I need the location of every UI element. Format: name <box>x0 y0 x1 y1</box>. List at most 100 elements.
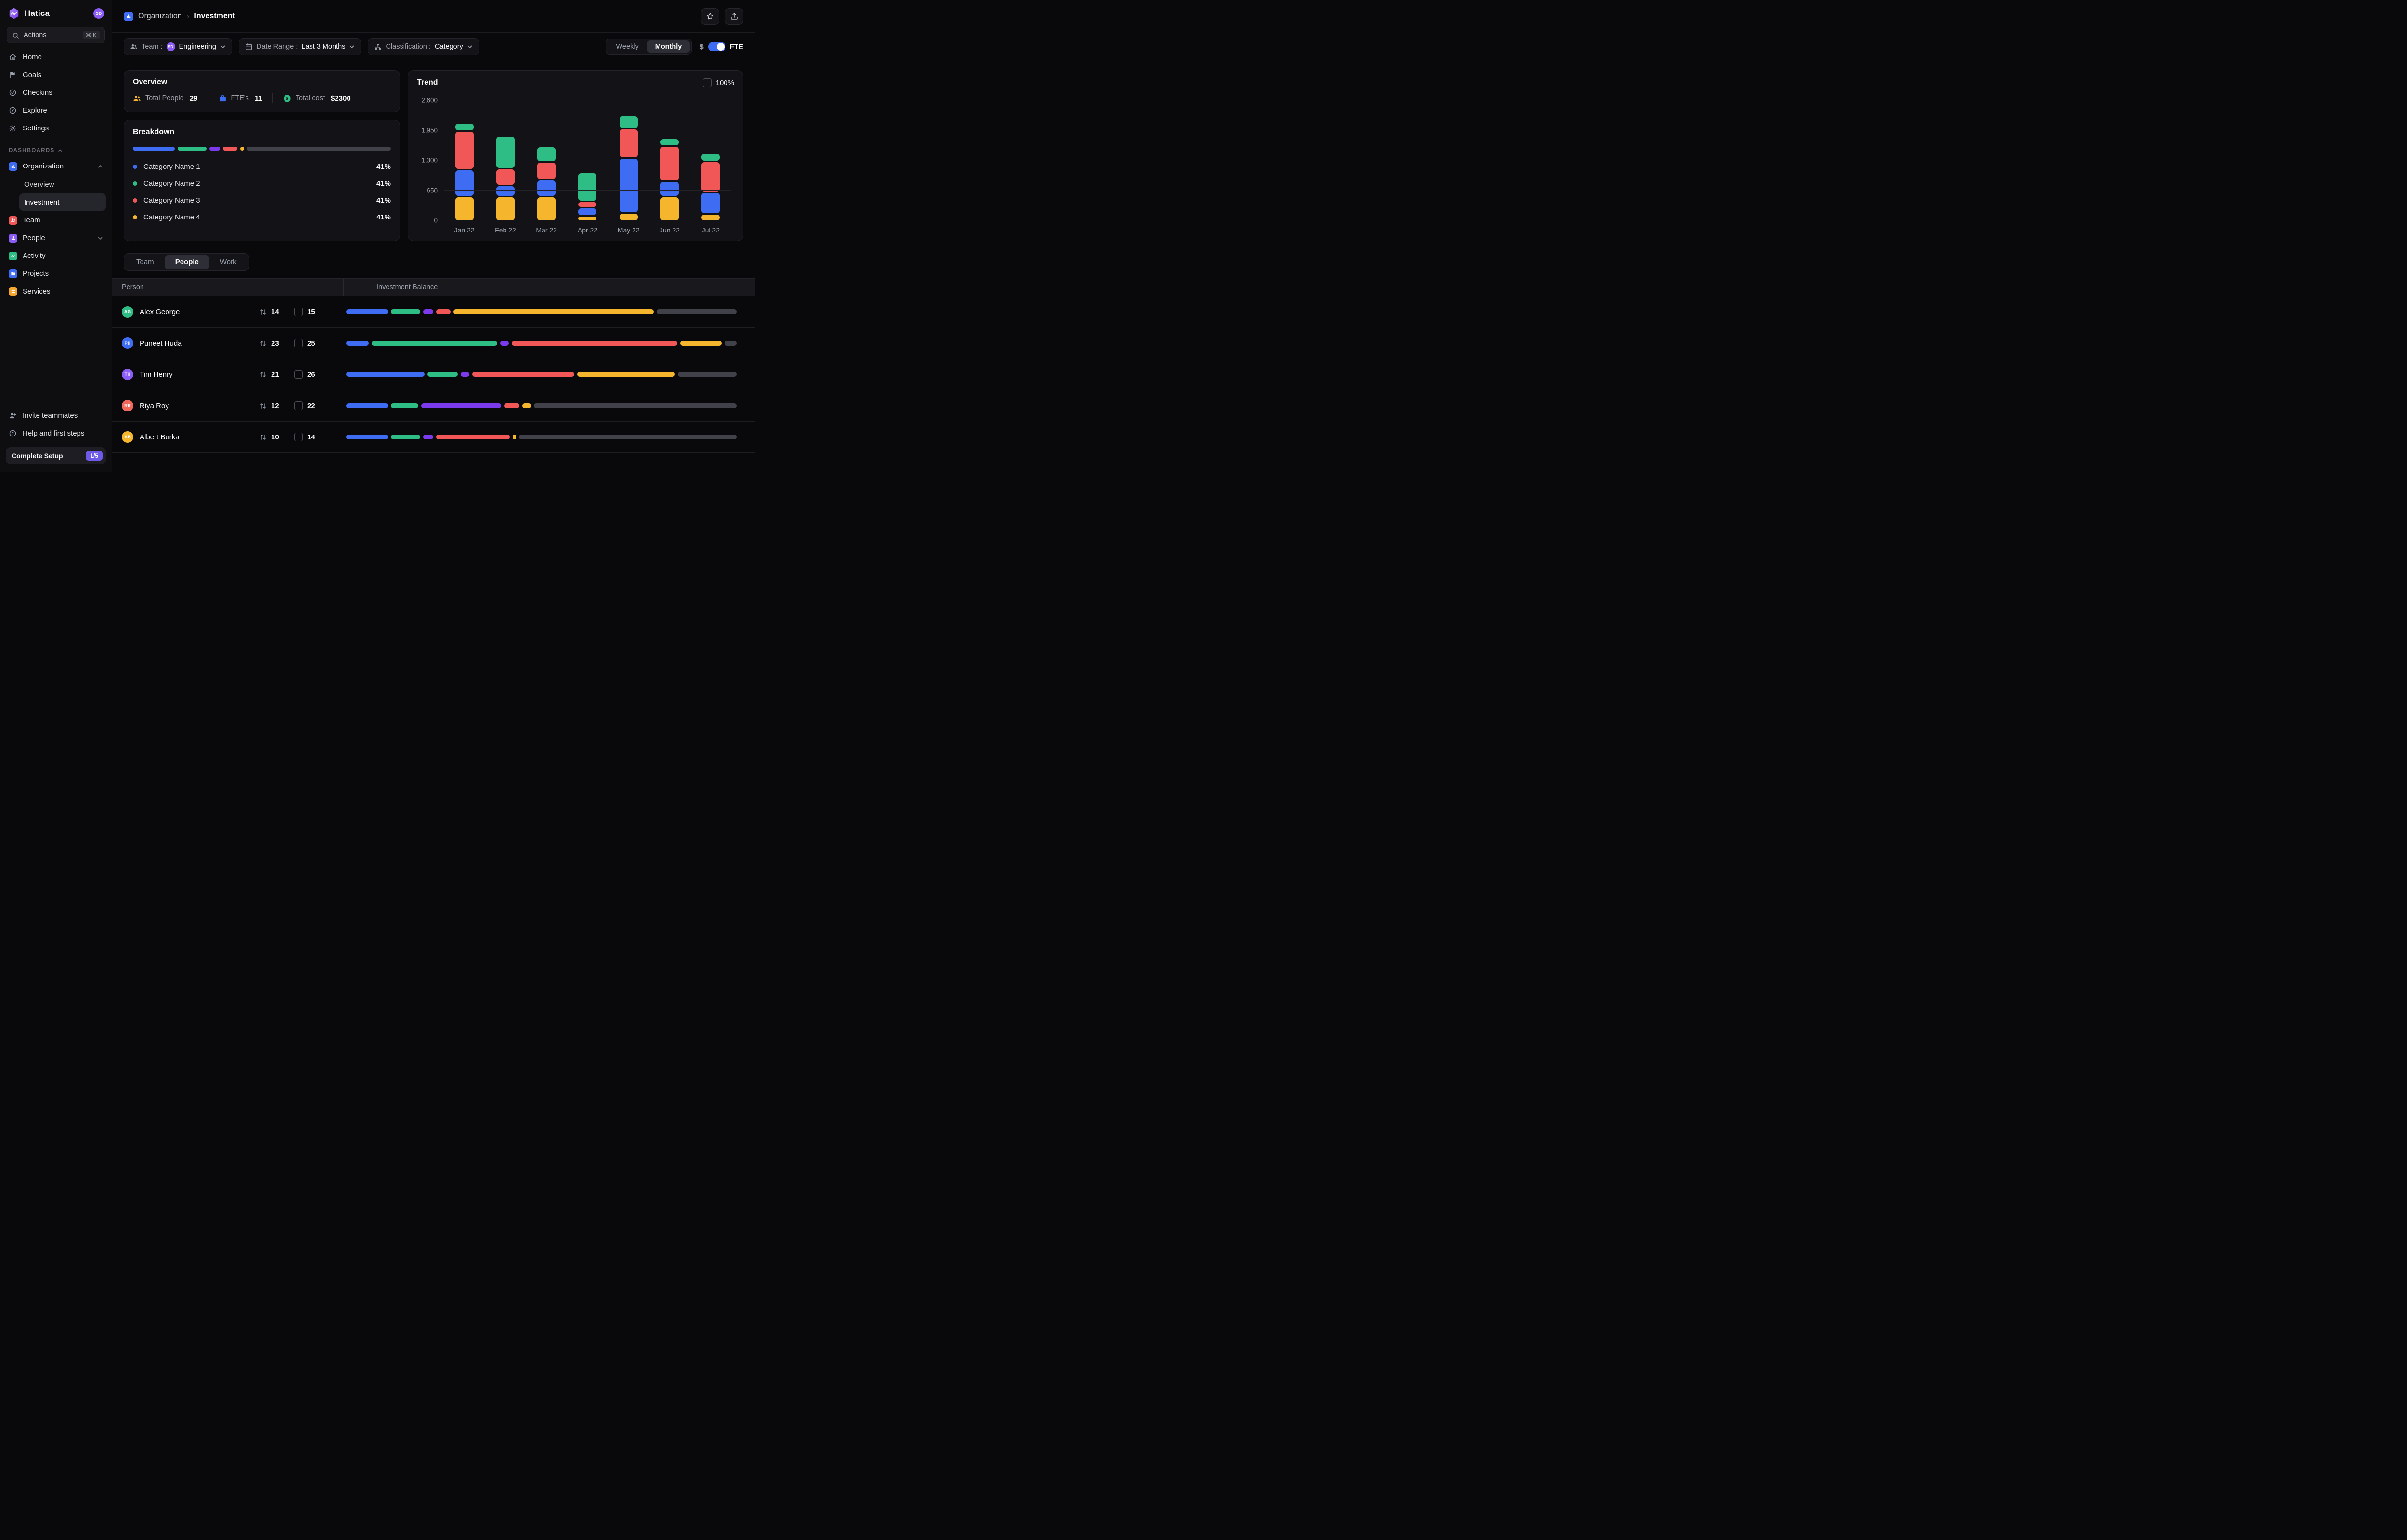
sidebar-item-home[interactable]: Home <box>0 48 112 66</box>
sidebar-item-settings[interactable]: Settings <box>0 119 112 137</box>
y-axis: 2,6001,9501,3006500 <box>417 100 444 220</box>
tab-people[interactable]: People <box>165 255 209 269</box>
date-range-filter[interactable]: Date Range : Last 3 Months <box>239 38 362 55</box>
table-row[interactable]: PHPuneet Huda2325 <box>112 328 755 359</box>
table-row[interactable]: RRRiya Roy1222 <box>112 390 755 422</box>
balance-cell <box>343 372 755 377</box>
column-header-investment-balance: Investment Balance <box>343 279 755 296</box>
hatica-logo-icon <box>8 7 20 20</box>
trend-100pct-toggle[interactable]: 100% <box>703 78 734 87</box>
dashboard-item-label: Organization <box>23 162 64 170</box>
metric-value: 12 <box>271 402 279 410</box>
sidebar-dashboard-organization[interactable]: Organization <box>0 157 112 175</box>
legend-dot <box>133 198 137 203</box>
chevron-down-icon <box>349 44 355 50</box>
metric-value: 26 <box>307 371 315 379</box>
breadcrumb-root[interactable]: Organization <box>138 12 182 21</box>
svg-text:$: $ <box>286 96 288 101</box>
bar-segment-category-name-4 <box>660 197 679 220</box>
sidebar-item-label: Invite teammates <box>23 411 78 420</box>
investment-count-metric: 12 <box>259 402 294 410</box>
svg-text:?: ? <box>12 431 14 436</box>
classification-filter[interactable]: Classification : Category <box>368 38 479 55</box>
legend-row: Category Name 441% <box>133 209 391 226</box>
favorite-button[interactable] <box>701 8 719 25</box>
sidebar-dashboard-activity[interactable]: Activity <box>0 247 112 265</box>
swap-icon <box>259 402 267 410</box>
legend-label: Category Name 4 <box>143 213 200 221</box>
tab-work[interactable]: Work <box>209 255 247 269</box>
bar-segment <box>472 372 574 377</box>
bar-segment <box>391 309 420 314</box>
investment-count-metric: 23 <box>259 339 294 347</box>
trend-bar-jul-22 <box>701 154 720 220</box>
bar-segment <box>678 372 737 377</box>
breakdown-title: Breakdown <box>133 128 391 137</box>
balance-count-metric: 22 <box>294 401 332 410</box>
period-option-weekly[interactable]: Weekly <box>608 40 647 53</box>
y-axis-tick: 1,950 <box>421 127 438 134</box>
sidebar-item-goals[interactable]: Goals <box>0 66 112 84</box>
users-icon <box>130 43 138 51</box>
classification-value: Category <box>435 43 463 51</box>
breadcrumb: Organization › Investment <box>124 12 235 21</box>
swap-icon <box>259 371 267 378</box>
metric-value: 10 <box>271 433 279 441</box>
sidebar-item-help[interactable]: ?Help and first steps <box>0 424 112 442</box>
table-row[interactable]: THTim Henry2126 <box>112 359 755 390</box>
app-title: Hatica <box>25 9 50 18</box>
sidebar-subitem-investment[interactable]: Investment <box>19 193 106 211</box>
metric-value: 14 <box>271 308 279 316</box>
trend-header: Trend 100% <box>417 78 734 87</box>
bar-segment-category-name-1 <box>660 182 679 196</box>
unit-toggle-switch[interactable] <box>708 42 725 51</box>
complete-setup-button[interactable]: Complete Setup 1/5 <box>6 447 106 464</box>
tab-team[interactable]: Team <box>126 255 165 269</box>
bar-segment <box>519 435 737 439</box>
bar-segment <box>534 403 737 408</box>
dashboards-section-toggle[interactable]: DASHBOARDS <box>0 137 112 157</box>
row-checkbox[interactable] <box>294 339 303 347</box>
classification-icon <box>374 43 382 51</box>
row-checkbox[interactable] <box>294 433 303 441</box>
period-option-monthly[interactable]: Monthly <box>647 40 690 53</box>
bar-segment <box>209 147 220 151</box>
share-button[interactable] <box>725 8 743 25</box>
bar-segment-category-name-3 <box>455 132 474 169</box>
sidebar-dashboard-team[interactable]: Team <box>0 211 112 229</box>
metric-value: 21 <box>271 371 279 379</box>
sidebar-item-checkins[interactable]: Checkins <box>0 84 112 102</box>
calendar-icon <box>245 43 253 51</box>
bar-segment <box>421 403 501 408</box>
sidebar-item-explore[interactable]: Explore <box>0 102 112 119</box>
sidebar-dashboard-projects[interactable]: Projects <box>0 265 112 282</box>
legend-label: Category Name 1 <box>143 163 200 171</box>
sidebar-dashboard-services[interactable]: Services <box>0 282 112 300</box>
row-checkbox[interactable] <box>294 308 303 316</box>
user-avatar[interactable]: SD <box>93 8 104 19</box>
team-filter[interactable]: Team : SD Engineering <box>124 38 232 55</box>
balance-cell <box>343 341 755 346</box>
row-checkbox[interactable] <box>294 401 303 410</box>
chevron-down-icon <box>97 235 103 241</box>
sidebar-dashboard-people[interactable]: People <box>0 229 112 247</box>
legend-dot <box>133 215 137 219</box>
bar-segment <box>178 147 207 151</box>
swap-icon <box>259 308 267 316</box>
bar-segment-category-name-3 <box>496 169 515 185</box>
row-checkbox[interactable] <box>294 370 303 379</box>
trend-100pct-checkbox[interactable] <box>703 78 712 87</box>
sidebar-item-invite-teammates[interactable]: Invite teammates <box>0 407 112 424</box>
trend-bar-may-22 <box>620 116 638 220</box>
actions-search[interactable]: Actions ⌘ K <box>7 27 105 43</box>
table-row[interactable]: ABAlbert Burka1014 <box>112 422 755 453</box>
people-icon <box>133 94 141 103</box>
bar-segment-category-name-2 <box>620 116 638 128</box>
table-row[interactable]: AGAlex George1415 <box>112 296 755 328</box>
stat-value: $2300 <box>331 94 351 103</box>
sidebar-item-label: Settings <box>23 124 49 132</box>
investment-count-metric: 14 <box>259 308 294 316</box>
tabs-row: TeamPeopleWork <box>112 241 755 271</box>
stat-value: 11 <box>255 94 262 103</box>
sidebar-subitem-overview[interactable]: Overview <box>19 176 106 193</box>
